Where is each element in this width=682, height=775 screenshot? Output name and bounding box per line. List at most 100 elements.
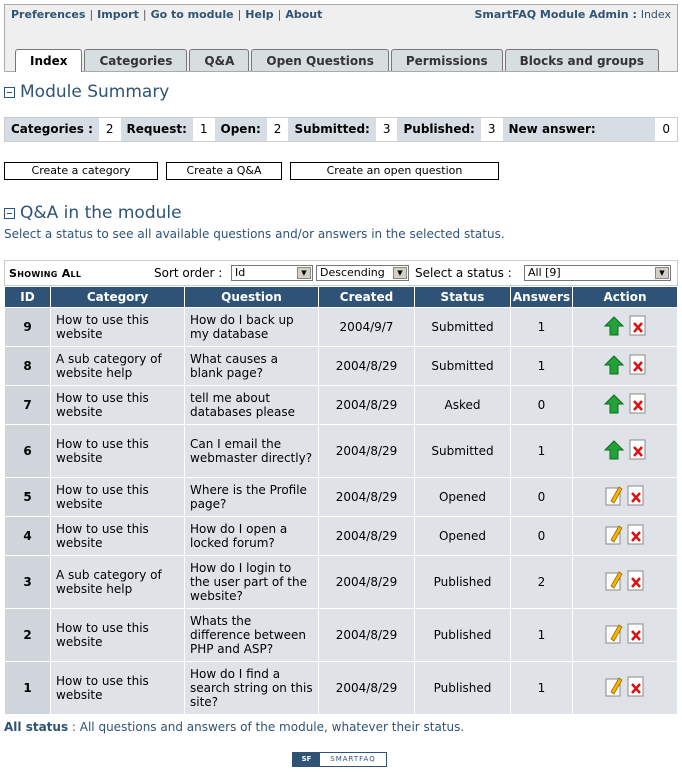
row-category: How to use this website [50, 385, 185, 425]
tab-qa[interactable]: Q&A [189, 49, 250, 71]
showing-label: Showing All [9, 267, 82, 280]
column-header-question[interactable]: Question [184, 286, 319, 308]
filter-bar: Showing All Sort order : Id ▼ Descending… [4, 260, 678, 286]
row-answers: 0 [510, 516, 573, 556]
module-summary-heading: Module Summary [4, 82, 169, 102]
summary-label: Submitted: [288, 118, 376, 141]
collapse-icon[interactable] [4, 86, 15, 98]
summary-value: 2 [98, 118, 121, 141]
delete-icon[interactable] [627, 570, 645, 595]
delete-icon[interactable] [627, 524, 645, 549]
row-status: Opened [414, 477, 511, 517]
tab-index[interactable]: Index [15, 49, 83, 72]
dropdown-arrow-icon: ▼ [297, 267, 311, 279]
row-actions [572, 346, 678, 386]
logo-text: SMARTFAQ [330, 755, 376, 763]
delete-icon[interactable] [629, 439, 647, 464]
row-id: 8 [4, 346, 51, 386]
tab-open-questions[interactable]: Open Questions [251, 49, 389, 71]
module-admin-label: SmartFAQ Module Admin : [474, 8, 637, 21]
row-category: A sub category of website help [50, 346, 185, 386]
row-id: 1 [4, 661, 51, 715]
edit-icon[interactable] [605, 570, 623, 595]
delete-icon[interactable] [627, 485, 645, 510]
menu-go-to-module[interactable]: Go to module [151, 8, 234, 21]
table-row: 2 How to use this website Whats the differ… [4, 608, 678, 662]
row-created: 2004/8/29 [318, 346, 415, 386]
edit-icon[interactable] [605, 676, 623, 701]
summary-value: 3 [375, 118, 398, 141]
edit-icon[interactable] [605, 623, 623, 648]
column-header-created[interactable]: Created [318, 286, 415, 308]
table-header-row: ID Category Question Created Status Answ… [4, 286, 678, 308]
row-category: How to use this website [50, 307, 185, 347]
row-id: 3 [4, 555, 51, 609]
menu-preferences[interactable]: Preferences [11, 8, 85, 21]
create-category-button[interactable]: Create a category [4, 162, 158, 180]
create-open-question-button[interactable]: Create an open question [290, 162, 499, 180]
tab-blocks-and-groups[interactable]: Blocks and groups [504, 49, 659, 71]
approve-icon[interactable] [603, 439, 625, 464]
approve-icon[interactable] [603, 315, 625, 340]
summary-value: 1 [192, 118, 215, 141]
qa-subtitle: Select a status to see all available que… [4, 227, 505, 241]
column-header-status[interactable]: Status [414, 286, 511, 308]
row-answers: 1 [510, 424, 573, 478]
summary-label: Categories : [5, 118, 99, 141]
edit-icon[interactable] [605, 524, 623, 549]
row-question[interactable]: How do I find a search string on this si… [184, 661, 319, 715]
dropdown-arrow-icon: ▼ [393, 267, 407, 279]
approve-icon[interactable] [603, 354, 625, 379]
menu-about[interactable]: About [285, 8, 322, 21]
row-question[interactable]: How do I back up my database [184, 307, 319, 347]
sort-order-value: Id [235, 266, 246, 279]
dropdown-arrow-icon: ▼ [655, 267, 669, 279]
summary-label: Open: [214, 118, 267, 141]
row-question[interactable]: Can I email the webmaster directly? [184, 424, 319, 478]
row-question[interactable]: tell me about databases please [184, 385, 319, 425]
delete-icon[interactable] [629, 354, 647, 379]
admin-header: Preferences | Import | Go to module | Help | Abo… [4, 4, 678, 72]
status-legend-label: All status [4, 720, 69, 734]
column-header-category[interactable]: Category [50, 286, 185, 308]
tab-permissions[interactable]: Permissions [390, 49, 503, 71]
status-select[interactable]: All [9] ▼ [524, 265, 671, 281]
summary-label: New answer: [502, 118, 656, 141]
row-question[interactable]: What causes a blank page? [184, 346, 319, 386]
row-question[interactable]: How do I open a locked forum? [184, 516, 319, 556]
smartfaq-logo[interactable]: SF SMARTFAQ [292, 752, 387, 767]
table-row: 5 How to use this website Where is the Pro… [4, 477, 678, 517]
tab-bar: Index Categories Q&A Open Questions Perm… [15, 49, 661, 72]
summary-label: Request: [120, 118, 193, 141]
collapse-icon[interactable] [4, 207, 15, 219]
delete-icon[interactable] [627, 676, 645, 701]
row-question[interactable]: Where is the Profile page? [184, 477, 319, 517]
row-actions [572, 608, 678, 662]
menu-import[interactable]: Import [97, 8, 139, 21]
row-id: 9 [4, 307, 51, 347]
delete-icon[interactable] [627, 623, 645, 648]
menu-help[interactable]: Help [245, 8, 273, 21]
row-answers: 1 [510, 346, 573, 386]
delete-icon[interactable] [629, 393, 647, 418]
row-created: 2004/8/29 [318, 555, 415, 609]
order-direction-select[interactable]: Descending ▼ [316, 265, 409, 281]
sort-order-select[interactable]: Id ▼ [231, 265, 313, 281]
module-admin-title: SmartFAQ Module Admin : Index [474, 8, 671, 21]
row-question[interactable]: Whats the difference between PHP and ASP… [184, 608, 319, 662]
column-header-answers[interactable]: Answers [510, 286, 573, 308]
edit-icon[interactable] [605, 485, 623, 510]
row-actions [572, 424, 678, 478]
delete-icon[interactable] [629, 315, 647, 340]
tab-categories[interactable]: Categories [84, 49, 188, 71]
row-id: 7 [4, 385, 51, 425]
row-status: Submitted [414, 424, 511, 478]
column-header-id[interactable]: ID [4, 286, 51, 308]
menu-separator: | [237, 8, 242, 21]
row-created: 2004/8/29 [318, 608, 415, 662]
approve-icon[interactable] [603, 393, 625, 418]
create-qa-button[interactable]: Create a Q&A [166, 162, 282, 180]
row-status: Published [414, 608, 511, 662]
row-question[interactable]: How do I login to the user part of the w… [184, 555, 319, 609]
row-status: Published [414, 661, 511, 715]
